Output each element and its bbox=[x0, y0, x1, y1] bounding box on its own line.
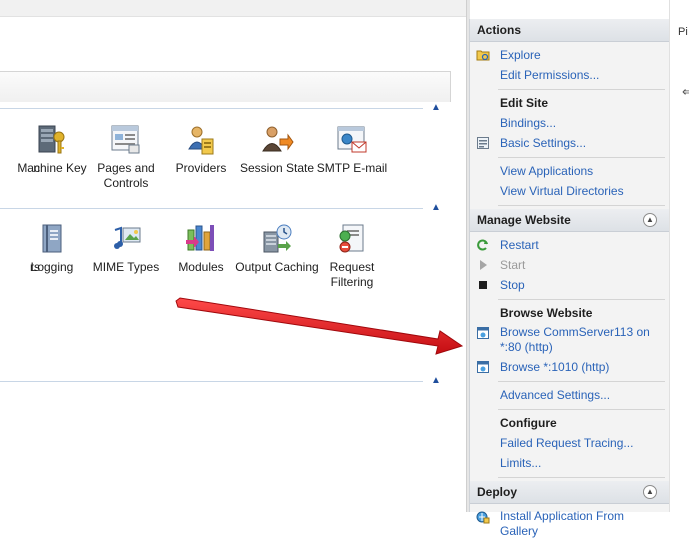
stop-icon bbox=[476, 278, 490, 292]
collapse-group-icon[interactable]: ▲ bbox=[431, 102, 441, 113]
settings-page-icon bbox=[476, 136, 490, 150]
view-virtual-directories-link[interactable]: View Virtual Directories bbox=[470, 181, 665, 201]
edit-site-section: Edit Site Bindings... Basic Settings... bbox=[477, 90, 665, 158]
group-divider bbox=[0, 208, 423, 209]
modules-icon bbox=[184, 222, 218, 256]
restart-link[interactable]: Restart bbox=[470, 235, 665, 255]
stop-link[interactable]: Stop bbox=[470, 275, 665, 295]
advanced-section: Advanced Settings... bbox=[498, 382, 665, 410]
manage-website-section: Restart Start Stop bbox=[477, 232, 665, 300]
top-strip bbox=[0, 0, 466, 17]
session-state-icon bbox=[260, 123, 294, 157]
collapse-group-icon[interactable]: ▲ bbox=[431, 202, 441, 213]
feature-tile-pages-controls[interactable]: Pages and Controls bbox=[83, 123, 169, 191]
advanced-settings-link[interactable]: Advanced Settings... bbox=[470, 385, 665, 405]
restart-icon bbox=[476, 238, 490, 252]
machine-key-icon bbox=[35, 123, 69, 157]
manage-website-header[interactable]: Manage Website ▲ bbox=[470, 209, 669, 232]
browser-window-icon bbox=[476, 360, 490, 374]
actions-pane: Actions Explore Edit Permissions... Edit… bbox=[469, 19, 670, 538]
collapse-group-icon[interactable]: ▲ bbox=[431, 375, 441, 386]
configure-section: Configure Failed Request Tracing... Limi… bbox=[498, 410, 665, 478]
providers-icon bbox=[184, 123, 218, 157]
browse-port-80-link[interactable]: Browse CommServer113 on *:80 (http) bbox=[470, 323, 665, 357]
feature-tile-modules[interactable]: Modules bbox=[158, 222, 244, 275]
edit-site-header: Edit Site bbox=[500, 96, 549, 110]
group-divider bbox=[0, 108, 423, 109]
features-header-bar bbox=[0, 71, 451, 102]
feature-tile-providers[interactable]: Providers bbox=[158, 123, 244, 176]
view-applications-link[interactable]: View Applications bbox=[470, 161, 665, 181]
actions-title: Actions bbox=[470, 19, 669, 42]
browse-website-header: Browse Website bbox=[500, 306, 593, 320]
actions-explore-section: Explore Edit Permissions... bbox=[476, 42, 665, 90]
adjacent-pane: Pi ⇐ bbox=[669, 0, 689, 512]
basic-settings-link[interactable]: Basic Settings... bbox=[470, 133, 665, 153]
output-caching-icon bbox=[260, 222, 294, 256]
folder-icon bbox=[476, 48, 490, 62]
configure-header: Configure bbox=[500, 416, 557, 430]
failed-request-tracing-link[interactable]: Failed Request Tracing... bbox=[470, 433, 665, 453]
feature-tile-session-state[interactable]: Session State bbox=[234, 123, 320, 176]
browse-port-1010-link[interactable]: Browse *:1010 (http) bbox=[470, 357, 665, 377]
mime-types-icon bbox=[109, 222, 143, 256]
edit-permissions-link[interactable]: Edit Permissions... bbox=[470, 65, 665, 85]
start-link: Start bbox=[470, 255, 665, 275]
gallery-install-icon bbox=[476, 510, 490, 524]
explore-link[interactable]: Explore bbox=[470, 45, 665, 65]
features-view: ▲ n Machine Key Pages and Controls Provi… bbox=[0, 0, 466, 512]
install-from-gallery-link[interactable]: Install Application From Gallery bbox=[470, 507, 665, 541]
view-section: View Applications View Virtual Directori… bbox=[498, 158, 665, 206]
smtp-email-icon bbox=[335, 123, 369, 157]
deploy-header[interactable]: Deploy ▲ bbox=[470, 481, 669, 504]
feature-tile-output-caching[interactable]: Output Caching bbox=[234, 222, 320, 275]
back-arrow-icon[interactable]: ⇐ bbox=[682, 84, 689, 100]
collapse-icon[interactable]: ▲ bbox=[643, 213, 657, 227]
feature-tile-smtp-email[interactable]: SMTP E-mail bbox=[309, 123, 395, 176]
browse-website-section: Browse Website Browse CommServer113 on *… bbox=[477, 300, 665, 382]
deploy-section: Install Application From Gallery bbox=[476, 504, 665, 545]
browser-window-icon bbox=[476, 326, 490, 340]
limits-link[interactable]: Limits... bbox=[470, 453, 665, 473]
collapse-icon[interactable]: ▲ bbox=[643, 485, 657, 499]
pages-controls-icon bbox=[109, 123, 143, 157]
group-divider bbox=[0, 381, 423, 382]
bindings-link[interactable]: Bindings... bbox=[470, 113, 665, 133]
request-filtering-icon bbox=[335, 222, 369, 256]
feature-tile-mime-types[interactable]: MIME Types bbox=[83, 222, 169, 275]
play-icon bbox=[476, 258, 490, 272]
feature-tile-request-filtering[interactable]: Request Filtering bbox=[309, 222, 395, 290]
logging-icon bbox=[35, 222, 69, 256]
